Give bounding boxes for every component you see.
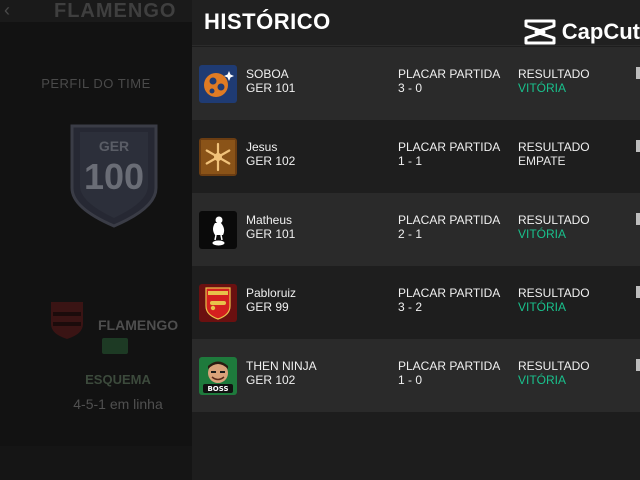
row-edge-marker <box>636 359 640 371</box>
score-label: PLACAR PARTIDA <box>398 140 501 154</box>
result-label: RESULTADO <box>518 67 590 81</box>
score-label: PLACAR PARTIDA <box>398 359 501 373</box>
capcut-watermark: CapCut <box>524 16 640 48</box>
history-title: HISTÓRICO <box>204 9 331 34</box>
match-result: VITÓRIA <box>518 227 567 241</box>
formation-value[interactable]: 4-5-1 em linha <box>0 396 192 412</box>
formation-label: ESQUEMA <box>85 372 151 387</box>
history-row[interactable]: SOBOA GER 101 PLACAR PARTIDA 3 - 0 RESUL… <box>192 47 640 120</box>
opponent-name: Jesus <box>246 140 278 154</box>
opponent-name: THEN NINJA <box>246 359 317 373</box>
match-result: EMPATE <box>518 154 566 168</box>
cannon-crest-icon <box>199 284 237 322</box>
history-panel: HISTÓRICO CapCut SOBOA GER 101 PLACAR PA… <box>192 0 640 480</box>
match-result: VITÓRIA <box>518 300 567 314</box>
back-arrow-icon[interactable]: ‹ <box>4 0 10 21</box>
result-label: RESULTADO <box>518 286 590 300</box>
snowflake-emblem-icon <box>199 138 237 176</box>
history-list: SOBOA GER 101 PLACAR PARTIDA 3 - 0 RESUL… <box>192 47 640 412</box>
capcut-logo-icon <box>524 19 556 45</box>
opponent-name: Pabloruiz <box>246 286 297 300</box>
boss-character-icon: BOSS <box>199 357 237 395</box>
score-label: PLACAR PARTIDA <box>398 213 501 227</box>
row-edge-marker <box>636 140 640 152</box>
opponent-ger: GER 101 <box>246 227 296 241</box>
history-header: HISTÓRICO CapCut <box>192 0 640 46</box>
history-row[interactable]: Pabloruiz GER 99 PLACAR PARTIDA 3 - 2 RE… <box>192 266 640 339</box>
match-score: 1 - 1 <box>398 154 423 168</box>
background-title: FLAMENGO <box>54 0 177 22</box>
opponent-ger: GER 102 <box>246 373 296 387</box>
row-edge-marker <box>636 67 640 79</box>
score-label: PLACAR PARTIDA <box>398 286 501 300</box>
match-score: 3 - 2 <box>398 300 423 314</box>
shield-ger-label: GER <box>98 138 130 154</box>
match-score: 2 - 1 <box>398 227 423 241</box>
match-result: VITÓRIA <box>518 81 567 95</box>
opponent-ger: GER 101 <box>246 81 296 95</box>
capcut-text: CapCut <box>561 19 640 44</box>
rooster-crest-icon <box>199 211 237 249</box>
shield-rating: 100 <box>83 156 145 197</box>
opponent-name: Matheus <box>246 213 293 227</box>
opponent-ger: GER 99 <box>246 300 289 314</box>
opponent-ger: GER 102 <box>246 154 296 168</box>
score-label: PLACAR PARTIDA <box>398 67 501 81</box>
result-label: RESULTADO <box>518 140 590 154</box>
country-flag-icon <box>102 338 128 354</box>
history-row[interactable]: BOSS THEN NINJA GER 102 PLACAR PARTIDA 1… <box>192 339 640 412</box>
team-name: FLAMENGO <box>98 317 179 333</box>
team-profile-label: PERFIL DO TIME <box>41 76 151 91</box>
history-row[interactable]: Jesus GER 102 PLACAR PARTIDA 1 - 1 RESUL… <box>192 120 640 193</box>
orange-blue-emblem-icon <box>199 65 237 103</box>
background-footer <box>0 446 192 480</box>
match-score: 1 - 0 <box>398 373 423 387</box>
background-header: ‹ FLAMENGO <box>0 0 192 22</box>
match-score: 3 - 0 <box>398 81 423 95</box>
result-label: RESULTADO <box>518 359 590 373</box>
background-team-profile: ‹ FLAMENGO PERFIL DO TIME GER 100 FLAMEN… <box>0 0 192 480</box>
opponent-name: SOBOA <box>246 67 289 81</box>
row-edge-marker <box>636 213 640 225</box>
team-crest-icon <box>48 300 86 340</box>
svg-text:BOSS: BOSS <box>207 385 228 393</box>
team-rating-shield: GER 100 <box>66 122 162 228</box>
match-result: VITÓRIA <box>518 373 567 387</box>
history-row[interactable]: Matheus GER 101 PLACAR PARTIDA 2 - 1 RES… <box>192 193 640 266</box>
row-edge-marker <box>636 286 640 298</box>
result-label: RESULTADO <box>518 213 590 227</box>
